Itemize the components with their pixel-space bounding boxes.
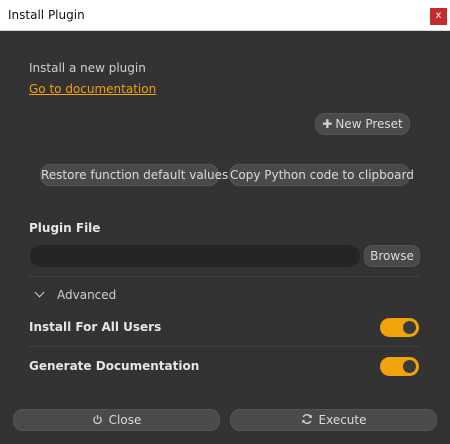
plugin-file-label: Plugin File xyxy=(29,221,101,235)
install-all-users-toggle[interactable] xyxy=(380,318,419,337)
close-button[interactable]: Close xyxy=(13,409,220,431)
documentation-link[interactable]: Go to documentation xyxy=(29,82,156,96)
title-bar: Install Plugin x xyxy=(0,0,450,31)
new-preset-button[interactable]: ✚ New Preset xyxy=(315,113,410,135)
power-icon xyxy=(92,411,103,431)
generate-docs-label: Generate Documentation xyxy=(29,359,200,373)
intro-text: Install a new plugin xyxy=(29,61,146,75)
window-close-button[interactable]: x xyxy=(430,8,447,25)
copy-python-button[interactable]: Copy Python code to clipboard xyxy=(229,164,414,186)
divider xyxy=(29,276,420,277)
window-title: Install Plugin xyxy=(8,8,85,22)
close-label: Close xyxy=(108,413,142,427)
advanced-toggle[interactable]: Advanced xyxy=(34,287,117,302)
new-preset-label: New Preset xyxy=(335,117,403,131)
plugin-file-input[interactable] xyxy=(30,245,360,267)
advanced-label: Advanced xyxy=(57,288,117,302)
execute-button[interactable]: Execute xyxy=(230,409,437,431)
chevron-down-icon xyxy=(34,287,45,298)
execute-label: Execute xyxy=(318,413,367,427)
browse-button[interactable]: Browse xyxy=(364,245,420,267)
restore-defaults-button[interactable]: Restore function default values xyxy=(40,164,228,186)
refresh-icon xyxy=(301,411,313,431)
divider xyxy=(29,346,420,347)
toggle-knob xyxy=(403,321,416,334)
plus-icon: ✚ xyxy=(322,117,333,131)
generate-docs-toggle[interactable] xyxy=(380,357,419,376)
install-all-users-label: Install For All Users xyxy=(29,320,162,334)
toggle-knob xyxy=(403,360,416,373)
